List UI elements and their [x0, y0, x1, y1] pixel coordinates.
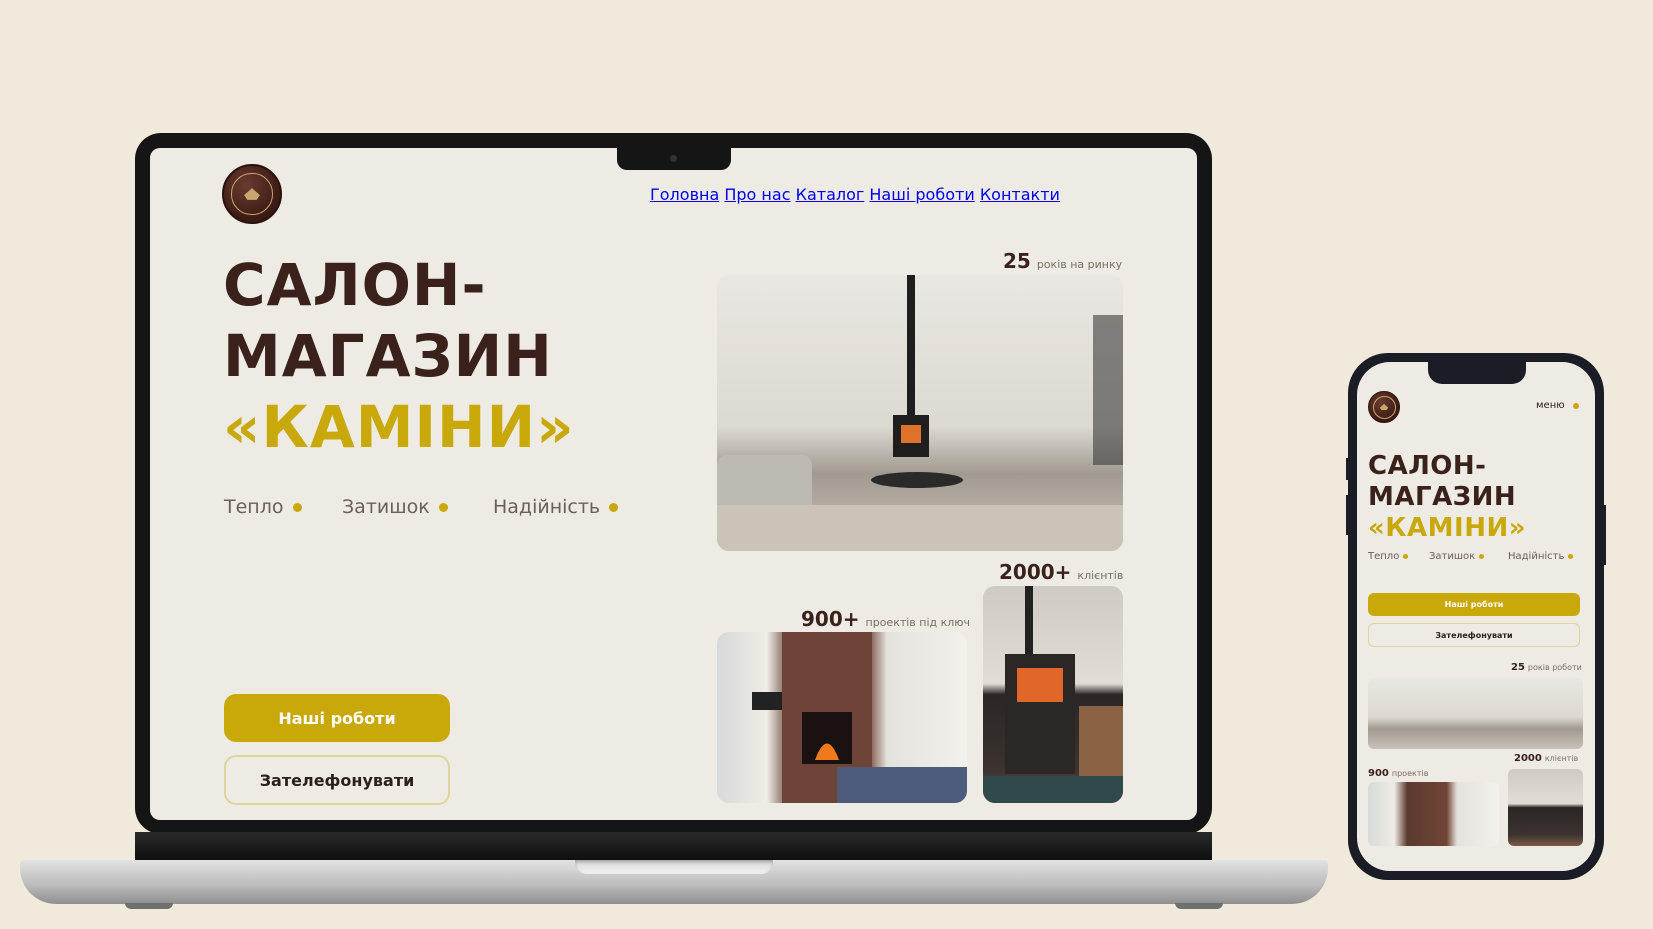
stat-label: клієнтів [1077, 569, 1124, 582]
dot-icon [438, 502, 448, 512]
menu-label: меню [1536, 400, 1565, 411]
logo-emblem-icon [231, 173, 273, 215]
camera-icon [670, 155, 677, 162]
mobile-our-works-button[interactable]: Наші роботи [1368, 593, 1580, 616]
hero-title-accent: «КАМІНИ» [223, 393, 575, 461]
tag-label: Тепло [1368, 551, 1400, 562]
stat-label: проектів [1391, 769, 1429, 778]
nav-contacts[interactable]: Контакти [980, 185, 1060, 204]
fireplace-photo [717, 632, 967, 803]
tag-comfort: Затишок [342, 496, 448, 518]
phone-notch [1428, 362, 1526, 384]
nav-catalog[interactable]: Каталог [796, 185, 865, 204]
laptop-foot [1175, 903, 1223, 909]
stat-value: 2000 [1514, 753, 1542, 764]
laptop-groove [575, 860, 773, 874]
logo[interactable] [222, 164, 282, 224]
dot-icon [1572, 402, 1579, 409]
tag-label: Надійність [1508, 551, 1565, 562]
call-button[interactable]: Зателефонувати [224, 755, 450, 805]
stove-photo-icon [717, 275, 1123, 551]
stat-projects: 900+ проектів під ключ [801, 607, 970, 631]
fireplace-photo-icon [752, 632, 967, 803]
nav-works[interactable]: Наші роботи [869, 185, 974, 204]
our-works-button[interactable]: Наші роботи [224, 694, 450, 742]
tag-label: Тепло [224, 496, 284, 518]
stat-value: 900 [1368, 768, 1389, 779]
mobile-logo[interactable] [1368, 391, 1400, 423]
dot-icon [1479, 554, 1485, 559]
interior-photo-main [717, 275, 1123, 551]
stat-clients: 2000+ клієнтів [999, 560, 1123, 584]
dot-icon [292, 502, 302, 512]
laptop-hinge [135, 832, 1212, 862]
logo-emblem-icon [1372, 395, 1396, 419]
stat-years: 25 років на ринку [1003, 249, 1122, 273]
dot-icon [609, 502, 619, 512]
stat-label: років на ринку [1036, 258, 1123, 271]
laptop-foot [125, 903, 173, 909]
mobile-interior-photo [1368, 678, 1583, 749]
stat-label: років роботи [1527, 663, 1582, 672]
dot-icon [1403, 554, 1409, 559]
tag-warmth: Тепло [224, 496, 302, 518]
stat-value: 25 [1003, 249, 1031, 273]
mobile-stat-clients: 2000 клієнтів [1514, 753, 1578, 764]
mobile-stove-photo [1508, 769, 1583, 846]
stat-value: 2000+ [999, 560, 1072, 584]
hero-title-line: МАГАЗИН [223, 322, 553, 390]
main-nav: Головна Про нас Каталог Наші роботи Конт… [650, 185, 1060, 204]
wood-stove-icon [983, 586, 1123, 803]
hero-title: САЛОН- МАГАЗИН «КАМІНИ» [223, 250, 575, 463]
mobile-hero-title: САЛОН- МАГАЗИН «КАМІНИ» [1368, 451, 1526, 544]
stove-photo [983, 586, 1123, 803]
hero-title-accent: «КАМІНИ» [1368, 513, 1527, 543]
hero-title-line: МАГАЗИН [1368, 482, 1517, 512]
stat-label: проектів під ключ [865, 616, 971, 629]
stat-label: клієнтів [1544, 754, 1579, 763]
mobile-call-button[interactable]: Зателефонувати [1368, 623, 1580, 647]
mobile-tag-warmth: Тепло [1368, 551, 1409, 562]
nav-about[interactable]: Про нас [724, 185, 790, 204]
phone-side-button [1346, 495, 1349, 535]
mobile-stat-years: 25 років роботи [1511, 662, 1582, 673]
stat-value: 25 [1511, 662, 1525, 673]
nav-home[interactable]: Головна [650, 185, 719, 204]
stat-value: 900+ [801, 607, 860, 631]
mobile-tag-reliability: Надійність [1508, 551, 1574, 562]
hero-title-line: САЛОН- [223, 251, 487, 319]
hero-title-line: САЛОН- [1368, 451, 1487, 481]
mobile-stat-projects: 900 проектів [1368, 768, 1428, 779]
tag-label: Затишок [342, 496, 430, 518]
tag-label: Надійність [493, 496, 601, 518]
phone-side-button [1603, 505, 1606, 565]
mobile-fireplace-photo [1368, 782, 1499, 846]
mobile-menu-button[interactable]: меню [1536, 400, 1579, 411]
tag-label: Затишок [1429, 551, 1476, 562]
mobile-tag-comfort: Затишок [1429, 551, 1485, 562]
phone-side-button [1346, 458, 1349, 480]
tag-reliability: Надійність [493, 496, 619, 518]
dot-icon [1568, 554, 1574, 559]
